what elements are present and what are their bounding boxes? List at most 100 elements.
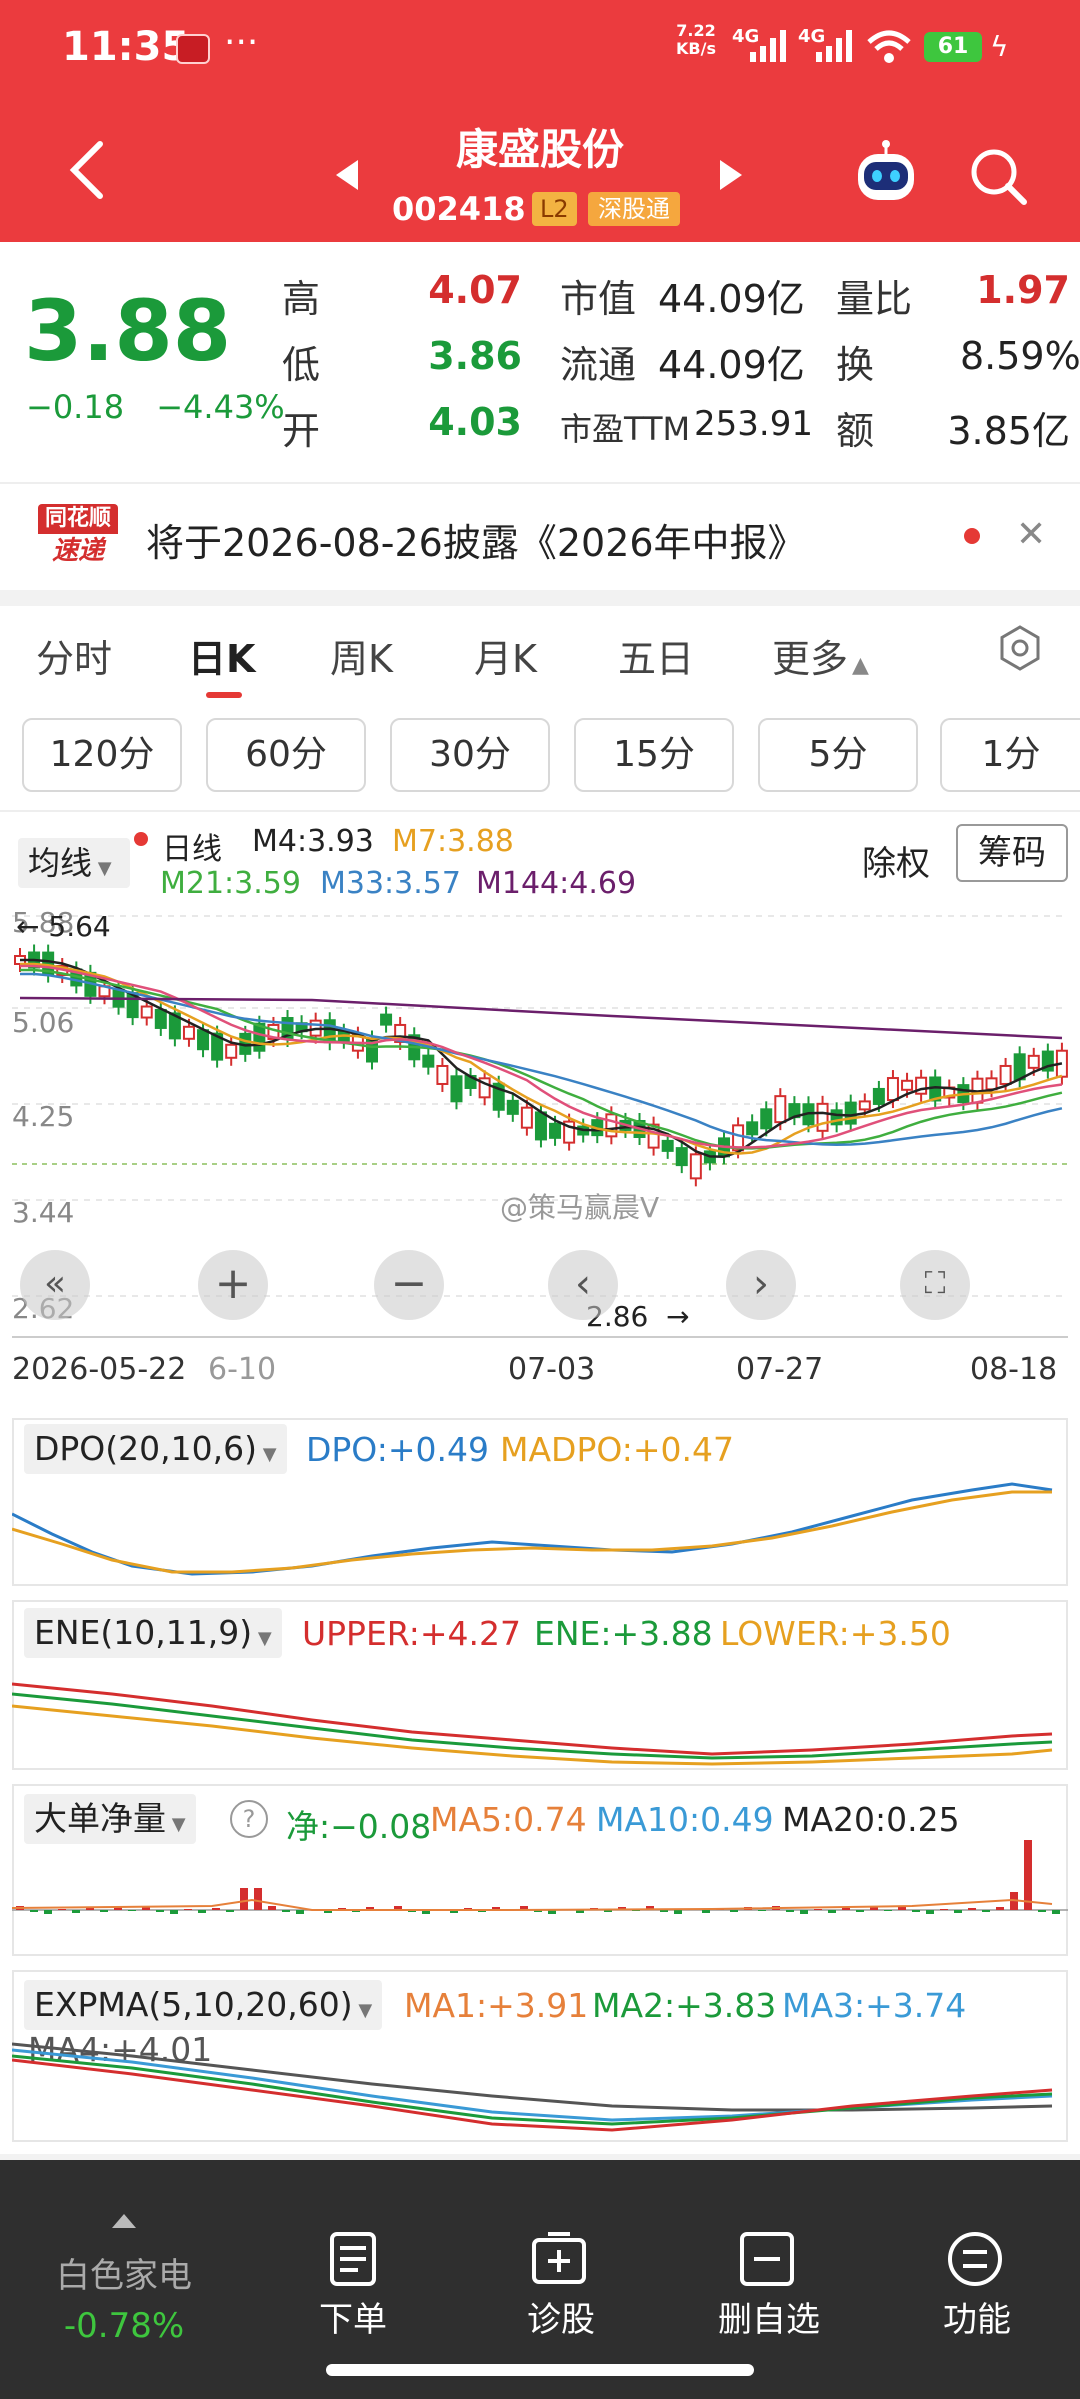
caret-up-icon: ▲ xyxy=(852,653,869,678)
function-label[interactable]: 功能 xyxy=(904,2292,1050,2341)
x-label-5: 08-18 xyxy=(970,1352,1058,1387)
turnover-label: 换 xyxy=(836,343,875,387)
current-price: 3.88 xyxy=(24,282,232,380)
ene-lower: LOWER:+3.50 xyxy=(720,1614,951,1653)
net-speed: 7.22 KB/s xyxy=(676,22,716,58)
legend-m7: M7:3.88 xyxy=(392,824,514,859)
stock-name: 康盛股份 xyxy=(455,125,624,174)
dpo-selector[interactable]: DPO(20,10,6) ▼ xyxy=(24,1424,287,1474)
period-5m[interactable]: 5分 xyxy=(758,718,918,792)
x-label-4: 07-27 xyxy=(736,1352,824,1387)
tab-intraday[interactable]: 分时 xyxy=(36,628,112,683)
tab-five-day[interactable]: 五日 xyxy=(618,628,694,683)
price-change-value: −0.18 xyxy=(26,388,125,426)
ddx-ma5: MA5:0.74 xyxy=(430,1800,587,1839)
ene-name: ENE(10,11,9) xyxy=(34,1613,253,1652)
scroll-left-icon[interactable]: « xyxy=(20,1250,90,1320)
divider xyxy=(0,482,1080,484)
stock-code: 002418 xyxy=(392,190,526,228)
news-logo: 同花顺 速递 xyxy=(38,504,118,570)
ene-selector[interactable]: ENE(10,11,9) ▼ xyxy=(24,1608,282,1658)
level2-badge: L2 xyxy=(532,192,577,226)
ddx-selector[interactable]: 大单净量 ▼ xyxy=(24,1794,196,1844)
order-label[interactable]: 下单 xyxy=(280,2292,426,2341)
ene-lines xyxy=(12,1682,1053,1766)
expma-ma2: MA2:+3.83 xyxy=(592,1986,777,2025)
legend-m33: M33:3.57 xyxy=(320,866,461,901)
charging-icon: ϟ xyxy=(990,30,1009,63)
diagnose-label[interactable]: 诊股 xyxy=(488,2292,634,2341)
expma-name: EXPMA(5,10,20,60) xyxy=(34,1985,353,2024)
expand-up-icon[interactable] xyxy=(112,2214,136,2228)
tab-monthly-k[interactable]: 月K xyxy=(474,628,537,683)
chips-button[interactable]: 筹码 xyxy=(956,824,1068,882)
zoom-out-icon[interactable]: − xyxy=(374,1250,444,1320)
low-label: 低 xyxy=(282,343,321,387)
legend-m144: M144:4.69 xyxy=(476,866,637,901)
legend-m4: M4:3.93 xyxy=(252,824,374,859)
order-icon[interactable] xyxy=(324,2230,382,2288)
fullscreen-icon[interactable]: ⛶ xyxy=(900,1250,970,1320)
tab-active-indicator xyxy=(206,692,242,698)
remove-watchlist-label[interactable]: 删自选 xyxy=(696,2292,842,2341)
news-logo-bottom: 速递 xyxy=(51,536,104,566)
net-speed-unit: KB/s xyxy=(676,39,716,58)
price-axis-2: 5.06 xyxy=(12,1006,75,1039)
ddx-name: 大单净量 xyxy=(34,1799,166,1838)
price-axis-4: 3.44 xyxy=(12,1196,75,1229)
ma-selector-label: 均线 xyxy=(28,844,93,882)
period-30m[interactable]: 30分 xyxy=(390,718,550,792)
section-gap xyxy=(0,590,1080,606)
float-value: 44.09亿 xyxy=(658,343,805,387)
amount-label: 额 xyxy=(836,409,875,453)
dpo-name: DPO(20,10,6) xyxy=(34,1429,257,1468)
expma-selector[interactable]: EXPMA(5,10,20,60) ▼ xyxy=(24,1980,383,2030)
price-change-pct: −4.43% xyxy=(156,388,285,426)
next-stock-icon[interactable] xyxy=(720,160,742,190)
x-label-1: 2026-05-22 xyxy=(12,1352,187,1387)
net-speed-value: 7.22 xyxy=(676,21,716,40)
x-label-3: 07-03 xyxy=(508,1352,596,1387)
dropdown-icon: ▼ xyxy=(92,858,112,879)
help-icon[interactable]: ? xyxy=(230,1800,268,1838)
sector-name[interactable]: 白色家电 xyxy=(48,2248,200,2297)
search-icon[interactable] xyxy=(966,144,1030,208)
news-text: 将于2026-08-26披露《2026年中报》 xyxy=(146,521,806,565)
ene-upper: UPPER:+4.27 xyxy=(302,1614,521,1653)
notification-app-icon xyxy=(176,34,210,64)
open-label: 开 xyxy=(282,409,321,453)
back-icon[interactable] xyxy=(66,140,106,200)
ma-selector[interactable]: 均线 ▼ xyxy=(18,838,130,888)
close-icon[interactable]: ✕ xyxy=(1016,514,1046,555)
adjust-toggle[interactable]: 除权 xyxy=(862,836,930,885)
dropdown-icon: ▼ xyxy=(252,1628,272,1649)
market-badge: 深股通 xyxy=(588,192,680,226)
diagnose-icon[interactable] xyxy=(530,2230,588,2288)
remove-watchlist-icon[interactable] xyxy=(738,2230,796,2288)
robot-assistant-icon[interactable] xyxy=(850,140,922,212)
prev-day-icon[interactable]: ‹ xyxy=(548,1250,618,1320)
price-change: −0.18 −4.43% xyxy=(26,388,285,426)
watermark: @策马赢晨V xyxy=(500,1191,660,1224)
menu-icon[interactable] xyxy=(946,2230,1004,2288)
settings-icon[interactable] xyxy=(996,624,1044,672)
next-day-icon[interactable]: › xyxy=(726,1250,796,1320)
period-1m[interactable]: 1分 xyxy=(940,718,1080,792)
home-indicator[interactable] xyxy=(326,2364,754,2376)
high-label: 高 xyxy=(282,277,321,321)
live-dot xyxy=(134,832,148,846)
signal-icon-2 xyxy=(816,30,852,62)
period-15m[interactable]: 15分 xyxy=(574,718,734,792)
tab-more[interactable]: 更多 ▲ xyxy=(772,628,869,683)
pe-label: 市盈TTM xyxy=(560,410,691,448)
tab-daily-k[interactable]: 日K xyxy=(188,628,255,683)
signal-icon xyxy=(750,30,786,62)
tab-weekly-k[interactable]: 周K xyxy=(330,628,393,683)
zoom-in-icon[interactable]: + xyxy=(198,1250,268,1320)
period-120m[interactable]: 120分 xyxy=(22,718,182,792)
period-60m[interactable]: 60分 xyxy=(206,718,366,792)
ddx-ma20: MA20:0.25 xyxy=(782,1800,960,1839)
divider xyxy=(0,810,1080,812)
sector-change: -0.78% xyxy=(63,2306,185,2346)
dropdown-icon: ▼ xyxy=(352,2000,373,2021)
